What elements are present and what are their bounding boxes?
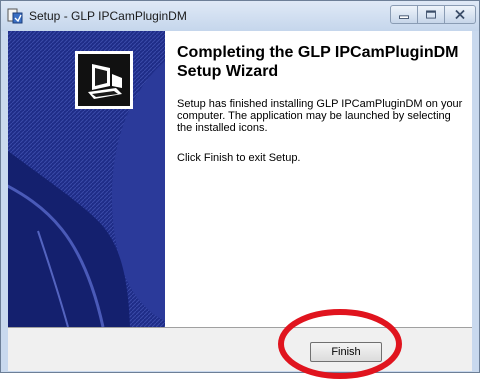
- minimize-icon: [399, 15, 409, 19]
- title-bar[interactable]: Setup - GLP IPCamPluginDM: [1, 1, 479, 31]
- highlight-circle: [278, 309, 402, 379]
- close-button[interactable]: [445, 5, 476, 24]
- wizard-main-panel: Completing the GLP IPCamPluginDM Setup W…: [165, 31, 472, 327]
- wizard-message: Setup has finished installing GLP IPCamP…: [177, 98, 463, 134]
- close-icon: [455, 9, 465, 20]
- wizard-instruction: Click Finish to exit Setup.: [177, 152, 301, 164]
- wizard-heading: Completing the GLP IPCamPluginDM Setup W…: [177, 44, 459, 80]
- setup-window: Setup - GLP IPCamPluginDM Completing the…: [0, 0, 480, 373]
- maximize-button[interactable]: [418, 5, 445, 24]
- installer-computer-icon: [76, 52, 132, 108]
- wizard-side-banner: [8, 31, 165, 327]
- window-title: Setup - GLP IPCamPluginDM: [29, 9, 187, 23]
- setup-app-icon: [7, 8, 23, 24]
- maximize-icon: [426, 10, 436, 19]
- minimize-button[interactable]: [390, 5, 418, 24]
